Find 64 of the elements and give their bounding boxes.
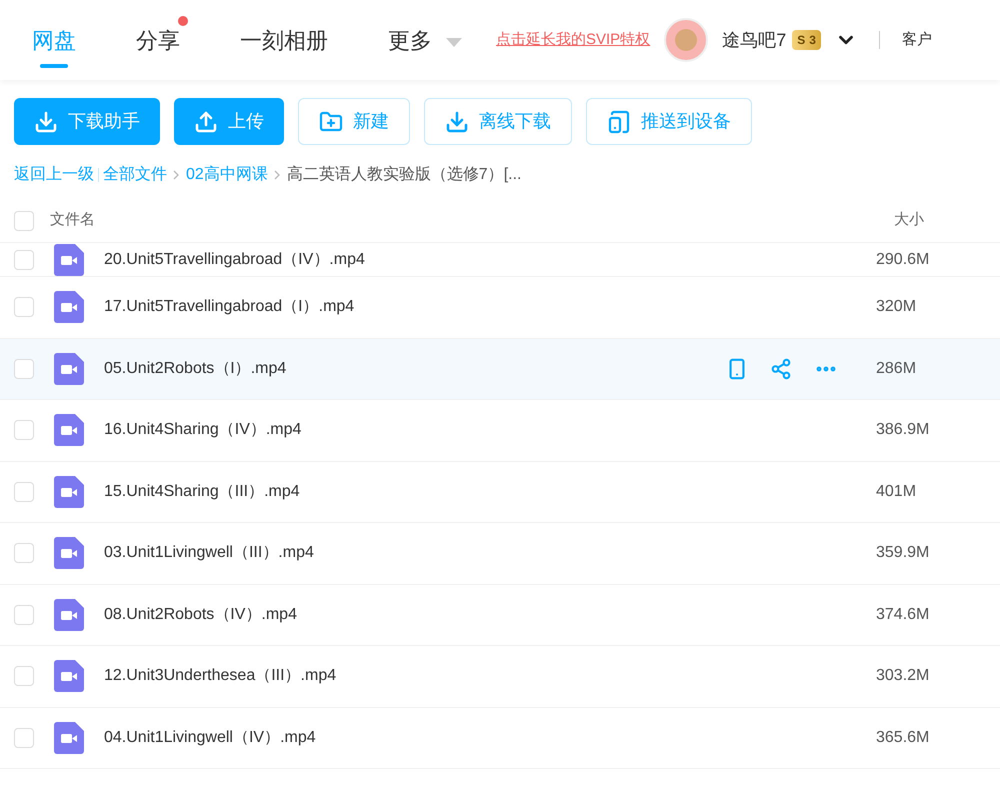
user-avatar[interactable] (664, 18, 708, 62)
upload-icon (194, 110, 218, 134)
video-file-icon (54, 722, 84, 754)
file-size: 320M (876, 297, 918, 318)
breadcrumb-separator-icon (274, 170, 281, 180)
row-checkbox[interactable] (14, 297, 34, 318)
download-icon (445, 110, 469, 134)
breadcrumb-current: 高二英语人教实验版（选修7）[... (286, 164, 522, 185)
file-name[interactable]: 05.Unit2Robots（I）.mp4 (104, 356, 286, 381)
file-row[interactable]: 04.Unit1Livingwell（IV）.mp4 365.6M (0, 708, 1000, 769)
download-icon (34, 110, 58, 134)
file-row[interactable]: 05.Unit2Robots（I）.mp4 286M (0, 338, 1000, 400)
select-all-checkbox[interactable] (14, 210, 34, 230)
nav-tab[interactable]: 一刻相册 (240, 20, 328, 60)
row-checkbox[interactable] (14, 250, 34, 270)
row-checkbox[interactable] (14, 728, 34, 748)
video-file-icon (54, 598, 84, 631)
video-file-icon (54, 291, 84, 324)
file-size: 303.2M (876, 666, 930, 686)
file-name[interactable]: 04.Unit1Livingwell（IV）.mp4 (104, 726, 316, 750)
file-size: 286M (876, 358, 918, 379)
avatar-face-icon (675, 29, 698, 51)
row-checkbox[interactable] (14, 358, 34, 379)
file-row[interactable]: 20.Unit5Travellingabroad（IV）.mp4 290.6M (0, 243, 1000, 277)
column-header[interactable]: 文件名 (50, 209, 95, 232)
file-name[interactable]: 20.Unit5Travellingabroad（IV）.mp4 (104, 248, 365, 272)
row-checkbox[interactable] (14, 420, 34, 440)
share-icon[interactable] (770, 358, 792, 380)
active-tab-indicator (40, 64, 68, 68)
file-size: 359.9M (876, 543, 930, 564)
file-size: 374.6M (876, 604, 930, 625)
video-file-icon (54, 537, 84, 570)
file-size: 290.6M (876, 250, 930, 270)
row-checkbox[interactable] (14, 666, 34, 686)
video-file-icon (54, 476, 84, 508)
username[interactable]: 途鸟吧7 (722, 26, 786, 54)
breadcrumb-separator-icon (173, 170, 180, 180)
file-name[interactable]: 12.Unit3Underthesea（III）.mp4 (104, 664, 336, 688)
file-name[interactable]: 03.Unit1Livingwell（III）.mp4 (104, 541, 314, 566)
row-checkbox[interactable] (14, 543, 34, 564)
video-file-icon (54, 414, 84, 446)
nav-tab[interactable]: 分享 (136, 20, 180, 60)
caret-icon[interactable] (446, 38, 462, 46)
row-checkbox[interactable] (14, 482, 34, 502)
row-checkbox[interactable] (14, 604, 34, 625)
file-name[interactable]: 15.Unit4Sharing（III）.mp4 (104, 480, 300, 504)
client-link[interactable]: 客户 (902, 28, 932, 52)
vip-level: 3 (809, 32, 816, 49)
file-name[interactable]: 17.Unit5Travellingabroad（I）.mp4 (104, 295, 354, 320)
file-row[interactable]: 08.Unit2Robots（IV）.mp4 374.6M (0, 584, 1000, 646)
column-header[interactable]: 大小 (894, 209, 924, 232)
file-size: 386.9M (876, 420, 930, 440)
vip-letter: S (797, 32, 806, 49)
file-name[interactable]: 16.Unit4Sharing（IV）.mp4 (104, 418, 302, 442)
file-row[interactable]: 15.Unit4Sharing（III）.mp4 401M (0, 462, 1000, 523)
file-name[interactable]: 08.Unit2Robots（IV）.mp4 (104, 602, 297, 627)
device-icon (607, 110, 631, 134)
video-file-icon (54, 244, 84, 276)
folder-plus-icon (319, 110, 343, 134)
video-file-icon (54, 660, 84, 692)
file-size: 365.6M (876, 728, 930, 748)
file-size: 401M (876, 482, 918, 502)
video-file-icon (54, 352, 84, 385)
nav-tab[interactable]: 更多 (388, 20, 432, 60)
